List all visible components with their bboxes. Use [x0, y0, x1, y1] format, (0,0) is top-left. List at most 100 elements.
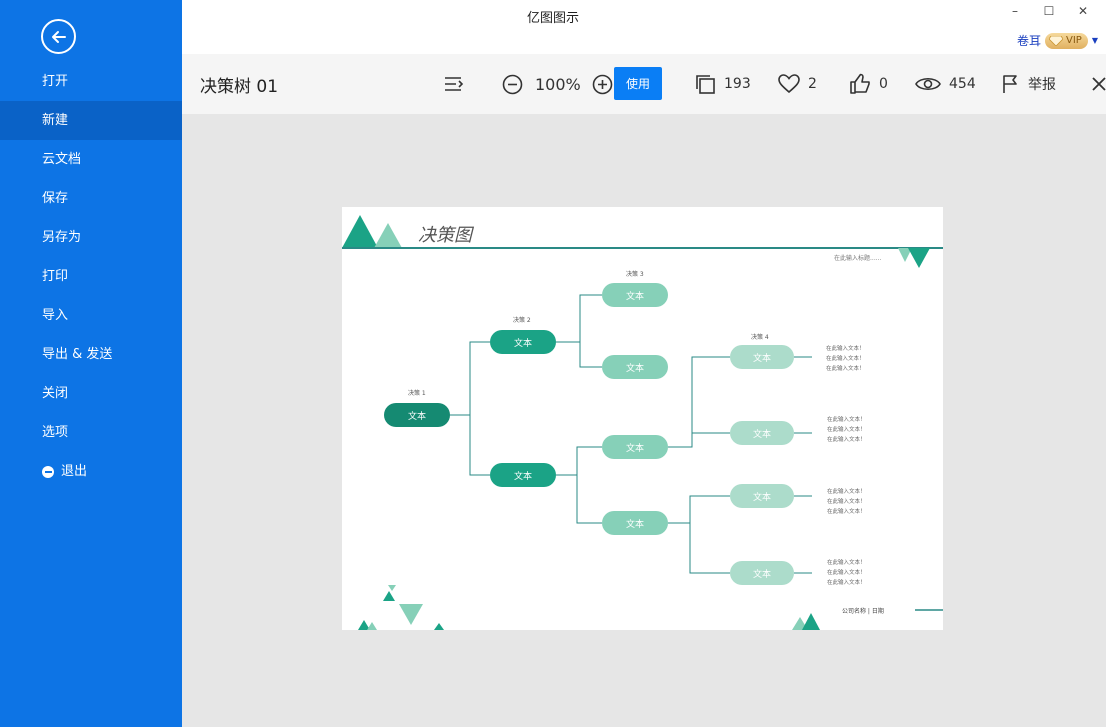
zoom-out-icon [502, 74, 523, 94]
menu-item-open[interactable]: 打开 [0, 62, 182, 101]
svg-text:文本: 文本 [753, 568, 771, 580]
diamond-icon [1049, 35, 1064, 46]
favorite-count: 2 [808, 76, 817, 92]
menu-item-save-as[interactable]: 另存为 [0, 218, 182, 257]
back-button[interactable] [41, 19, 76, 54]
leaf-text: 在此输入文本！ [826, 364, 865, 372]
menu-item-label: 退出 [61, 464, 88, 479]
outline-button[interactable] [444, 72, 464, 96]
leaf-text: 在此输入文本！ [827, 558, 866, 566]
menu-item-label: 关闭 [42, 386, 69, 401]
report-button[interactable]: 举报 [1002, 72, 1056, 96]
decision-label-1: 决策 1 [408, 389, 426, 397]
thumbs-up-icon [850, 73, 870, 94]
close-preview-button[interactable] [1092, 72, 1106, 96]
menu-item-label: 另存为 [42, 230, 82, 245]
zoom-in-button[interactable] [592, 72, 613, 96]
decision-label-4: 决策 4 [751, 333, 769, 341]
menu-item-export-send[interactable]: 导出 & 发送 [0, 335, 182, 374]
copy-icon [696, 75, 715, 94]
node-level4-c: 文本 [730, 484, 794, 508]
decor-triangle [434, 623, 444, 630]
svg-text:文本: 文本 [753, 352, 771, 364]
diagram-title: 决策图 [418, 225, 475, 246]
node-level2-a: 文本 [490, 330, 556, 354]
minimize-button[interactable]: – [1000, 4, 1030, 24]
menu-item-label: 保存 [42, 191, 69, 206]
svg-text:文本: 文本 [514, 470, 532, 482]
decor-triangle [374, 223, 402, 248]
decor-triangle [383, 591, 395, 601]
menu-item-label: 云文档 [42, 152, 82, 167]
svg-text:文本: 文本 [514, 337, 532, 349]
menu-item-print[interactable]: 打印 [0, 257, 182, 296]
menu-item-cloud-docs[interactable]: 云文档 [0, 140, 182, 179]
leaf-text: 在此输入文本！ [827, 497, 866, 505]
zoom-out-button[interactable] [502, 72, 523, 96]
maximize-button[interactable]: ☐ [1034, 4, 1064, 24]
user-account[interactable]: 卷耳 VIP ▼ [1017, 32, 1098, 49]
svg-text:文本: 文本 [753, 491, 771, 503]
leaf-text: 在此输入文本！ [826, 344, 865, 352]
node-level3-c: 文本 [602, 435, 668, 459]
svg-text:文本: 文本 [626, 442, 644, 454]
favorite-button[interactable]: 2 [778, 72, 817, 96]
menu-item-label: 打开 [42, 74, 69, 89]
leaf-text: 在此输入文本！ [827, 507, 866, 515]
use-template-button[interactable]: 使用 [614, 67, 662, 100]
exit-icon [42, 465, 54, 478]
vip-badge: VIP [1045, 32, 1088, 49]
node-level4-a: 文本 [730, 345, 794, 369]
decor-triangle [367, 622, 377, 630]
menu-item-exit[interactable]: 退出 [0, 452, 182, 491]
decor-triangle [908, 248, 930, 268]
copy-count-button[interactable]: 193 [694, 72, 751, 96]
template-toolbar: 决策树 01 100% 使用 193 2 0 454 举报 [182, 54, 1106, 114]
svg-text:文本: 文本 [753, 428, 771, 440]
title-bar: 亿图图示 – ☐ ✕ [182, 0, 1106, 30]
file-menu: 打开 新建 云文档 保存 另存为 打印 导入 导出 & 发送 关闭 选项 退出 [0, 62, 182, 491]
menu-item-close[interactable]: 关闭 [0, 374, 182, 413]
node-level2-b: 文本 [490, 463, 556, 487]
menu-item-label: 导入 [42, 308, 69, 323]
svg-text:文本: 文本 [626, 290, 644, 302]
leaf-text: 在此输入文本！ [827, 425, 866, 433]
decor-triangle [388, 585, 396, 591]
heart-icon [778, 74, 800, 94]
diagram-subtitle: 在此输入标题...... [834, 254, 882, 262]
node-level4-b: 文本 [730, 421, 794, 445]
svg-text:文本: 文本 [626, 518, 644, 530]
template-preview[interactable]: 决策图 在此输入标题...... 文本 文本 文本 文本 文本 文本 文本 文本… [342, 207, 943, 630]
decision-label-2: 决策 2 [513, 316, 531, 324]
leaf-text: 在此输入文本！ [827, 568, 866, 576]
like-button[interactable]: 0 [849, 72, 888, 96]
close-icon [1092, 77, 1106, 91]
user-name: 卷耳 [1017, 34, 1042, 48]
menu-item-new[interactable]: 新建 [0, 101, 182, 140]
menu-item-label: 新建 [42, 113, 69, 128]
close-window-button[interactable]: ✕ [1068, 4, 1098, 24]
node-level3-d: 文本 [602, 511, 668, 535]
vip-label: VIP [1066, 35, 1082, 46]
menu-item-options[interactable]: 选项 [0, 413, 182, 452]
leaf-text: 在此输入文本！ [827, 435, 866, 443]
menu-item-label: 打印 [42, 269, 69, 284]
chevron-down-icon: ▼ [1091, 36, 1098, 45]
sidebar: 打开 新建 云文档 保存 另存为 打印 导入 导出 & 发送 关闭 选项 退出 [0, 0, 182, 727]
menu-item-import[interactable]: 导入 [0, 296, 182, 335]
menu-item-save[interactable]: 保存 [0, 179, 182, 218]
svg-text:文本: 文本 [408, 410, 426, 422]
outline-icon [445, 77, 464, 91]
node-level4-d: 文本 [730, 561, 794, 585]
like-count: 0 [879, 76, 888, 92]
view-count: 454 [949, 76, 976, 92]
decor-triangle [802, 613, 820, 630]
leaf-text: 在此输入文本！ [827, 415, 866, 423]
decor-triangle [342, 215, 378, 248]
document-title: 决策树 01 [200, 77, 279, 97]
decor-triangle [399, 604, 423, 625]
report-label: 举报 [1028, 77, 1056, 93]
copy-count: 193 [724, 76, 751, 92]
menu-item-label: 导出 & 发送 [42, 347, 113, 362]
leaf-text: 在此输入文本！ [827, 578, 866, 586]
